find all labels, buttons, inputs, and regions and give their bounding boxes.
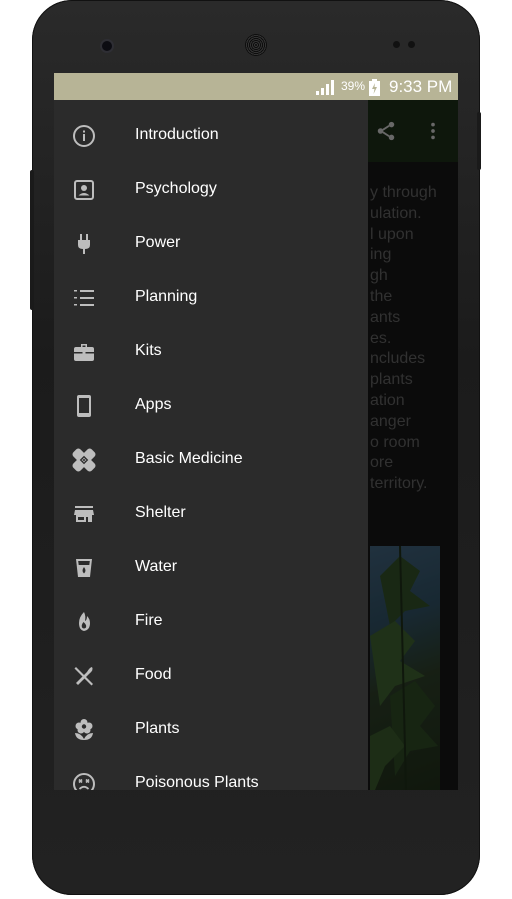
power-button xyxy=(477,112,481,170)
utensils-icon xyxy=(74,667,93,686)
signal-icon xyxy=(316,80,334,95)
status-bar: 39% 9:33 PM xyxy=(54,73,458,100)
status-time: 9:33 PM xyxy=(389,77,453,96)
contact-icon xyxy=(74,180,94,200)
drawer-item-planning[interactable]: Planning xyxy=(54,270,368,324)
drawer-item-food[interactable]: Food xyxy=(54,648,368,702)
drawer-item-label: Food xyxy=(135,666,172,683)
drawer-item-plants[interactable]: Plants xyxy=(54,702,368,756)
drawer-item-label: Psychology xyxy=(135,180,217,197)
drawer-item-label: Poisonous Plants xyxy=(135,774,259,790)
drawer-item-label: Apps xyxy=(135,396,172,413)
drawer-item-label: Introduction xyxy=(135,126,219,143)
light-sensor xyxy=(408,41,415,48)
drawer-item-label: Power xyxy=(135,234,181,251)
earpiece-speaker xyxy=(245,34,267,56)
plug-icon xyxy=(78,234,90,254)
briefcase-icon xyxy=(74,344,94,361)
drawer-item-fire[interactable]: Fire xyxy=(54,594,368,648)
water-glass-icon xyxy=(76,559,92,577)
numbered-list-icon xyxy=(74,290,94,306)
drawer-item-label: Water xyxy=(135,558,178,575)
drawer-item-power[interactable]: Power xyxy=(54,216,368,270)
drawer-item-label: Fire xyxy=(135,612,163,629)
battery-charging-icon xyxy=(369,79,380,96)
bandage-icon xyxy=(72,448,96,472)
store-icon xyxy=(74,506,94,522)
drawer-item-poisonous-plants[interactable]: Poisonous Plants xyxy=(54,756,368,790)
navigation-drawer: Introduction Psychology Power Planning K… xyxy=(54,100,368,790)
front-camera xyxy=(102,41,112,51)
drawer-item-shelter[interactable]: Shelter xyxy=(54,486,368,540)
drawer-item-label: Basic Medicine xyxy=(135,450,243,467)
sick-face-icon xyxy=(73,773,95,790)
drawer-item-label: Planning xyxy=(135,288,198,305)
drawer-item-basic-medicine[interactable]: Basic Medicine xyxy=(54,432,368,486)
drawer-item-label: Kits xyxy=(135,342,162,359)
info-icon xyxy=(73,125,95,147)
drawer-item-water[interactable]: Water xyxy=(54,540,368,594)
fire-icon xyxy=(79,612,90,631)
drawer-item-label: Plants xyxy=(135,720,180,737)
drawer-item-psychology[interactable]: Psychology xyxy=(54,162,368,216)
drawer-item-introduction[interactable]: Introduction xyxy=(54,108,368,162)
battery-percent: 39% xyxy=(341,79,366,93)
drawer-item-label: Shelter xyxy=(135,504,186,521)
volume-button xyxy=(30,170,34,310)
flower-icon xyxy=(75,719,93,740)
smartphone-icon xyxy=(77,395,91,417)
proximity-sensor xyxy=(393,41,400,48)
drawer-item-apps[interactable]: Apps xyxy=(54,378,368,432)
drawer-item-kits[interactable]: Kits xyxy=(54,324,368,378)
screen: 39% 9:33 PM y through ulation. l upon ing gh… xyxy=(54,73,458,790)
